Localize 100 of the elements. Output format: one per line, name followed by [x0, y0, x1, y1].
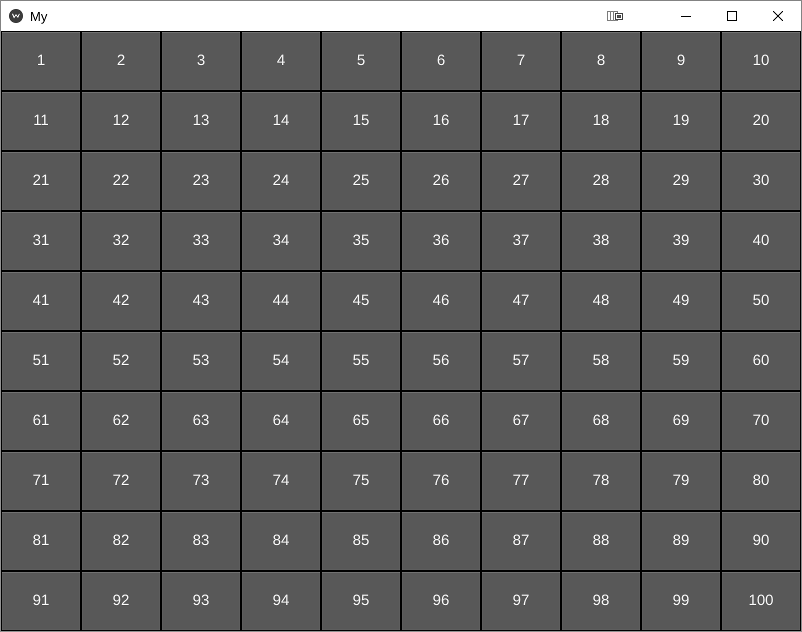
number-button[interactable]: 8 [562, 32, 640, 90]
number-button[interactable]: 16 [402, 92, 480, 150]
number-button[interactable]: 13 [162, 92, 240, 150]
number-button[interactable]: 90 [722, 512, 800, 570]
number-button[interactable]: 18 [562, 92, 640, 150]
number-button[interactable]: 1 [2, 32, 80, 90]
number-button[interactable]: 89 [642, 512, 720, 570]
number-button[interactable]: 84 [242, 512, 320, 570]
number-button[interactable]: 88 [562, 512, 640, 570]
number-button[interactable]: 31 [2, 212, 80, 270]
number-button[interactable]: 70 [722, 392, 800, 450]
number-button[interactable]: 40 [722, 212, 800, 270]
number-button[interactable]: 73 [162, 452, 240, 510]
number-button[interactable]: 92 [82, 572, 160, 630]
number-button[interactable]: 65 [322, 392, 400, 450]
number-button[interactable]: 10 [722, 32, 800, 90]
number-button[interactable]: 17 [482, 92, 560, 150]
number-button[interactable]: 11 [2, 92, 80, 150]
number-button[interactable]: 69 [642, 392, 720, 450]
number-button[interactable]: 57 [482, 332, 560, 390]
number-button[interactable]: 20 [722, 92, 800, 150]
number-button[interactable]: 68 [562, 392, 640, 450]
number-button[interactable]: 43 [162, 272, 240, 330]
number-button[interactable]: 75 [322, 452, 400, 510]
number-button[interactable]: 19 [642, 92, 720, 150]
number-button[interactable]: 35 [322, 212, 400, 270]
number-button[interactable]: 67 [482, 392, 560, 450]
number-button[interactable]: 74 [242, 452, 320, 510]
number-button[interactable]: 78 [562, 452, 640, 510]
number-button[interactable]: 14 [242, 92, 320, 150]
number-button[interactable]: 7 [482, 32, 560, 90]
number-button[interactable]: 96 [402, 572, 480, 630]
number-button[interactable]: 85 [322, 512, 400, 570]
number-button[interactable]: 4 [242, 32, 320, 90]
number-button[interactable]: 22 [82, 152, 160, 210]
number-button[interactable]: 39 [642, 212, 720, 270]
number-button[interactable]: 97 [482, 572, 560, 630]
number-button[interactable]: 53 [162, 332, 240, 390]
number-button[interactable]: 47 [482, 272, 560, 330]
number-button[interactable]: 54 [242, 332, 320, 390]
number-button[interactable]: 28 [562, 152, 640, 210]
number-button[interactable]: 64 [242, 392, 320, 450]
number-button[interactable]: 45 [322, 272, 400, 330]
number-button[interactable]: 72 [82, 452, 160, 510]
number-button[interactable]: 44 [242, 272, 320, 330]
number-button[interactable]: 32 [82, 212, 160, 270]
number-button[interactable]: 81 [2, 512, 80, 570]
number-button[interactable]: 79 [642, 452, 720, 510]
number-button[interactable]: 33 [162, 212, 240, 270]
number-button[interactable]: 91 [2, 572, 80, 630]
number-button[interactable]: 30 [722, 152, 800, 210]
number-button[interactable]: 41 [2, 272, 80, 330]
number-button[interactable]: 26 [402, 152, 480, 210]
number-button[interactable]: 37 [482, 212, 560, 270]
number-button[interactable]: 63 [162, 392, 240, 450]
number-button[interactable]: 50 [722, 272, 800, 330]
number-button[interactable]: 36 [402, 212, 480, 270]
number-button[interactable]: 61 [2, 392, 80, 450]
number-button[interactable]: 2 [82, 32, 160, 90]
number-button[interactable]: 49 [642, 272, 720, 330]
number-button[interactable]: 46 [402, 272, 480, 330]
number-button[interactable]: 86 [402, 512, 480, 570]
number-button[interactable]: 21 [2, 152, 80, 210]
number-button[interactable]: 42 [82, 272, 160, 330]
number-button[interactable]: 15 [322, 92, 400, 150]
number-button[interactable]: 83 [162, 512, 240, 570]
number-button[interactable]: 59 [642, 332, 720, 390]
number-button[interactable]: 29 [642, 152, 720, 210]
number-button[interactable]: 58 [562, 332, 640, 390]
number-button[interactable]: 71 [2, 452, 80, 510]
number-button[interactable]: 76 [402, 452, 480, 510]
number-button[interactable]: 62 [82, 392, 160, 450]
number-button[interactable]: 34 [242, 212, 320, 270]
number-button[interactable]: 9 [642, 32, 720, 90]
number-button[interactable]: 25 [322, 152, 400, 210]
number-button[interactable]: 94 [242, 572, 320, 630]
number-button[interactable]: 80 [722, 452, 800, 510]
number-button[interactable]: 100 [722, 572, 800, 630]
number-button[interactable]: 24 [242, 152, 320, 210]
number-button[interactable]: 66 [402, 392, 480, 450]
number-button[interactable]: 95 [322, 572, 400, 630]
number-button[interactable]: 99 [642, 572, 720, 630]
number-button[interactable]: 38 [562, 212, 640, 270]
number-button[interactable]: 56 [402, 332, 480, 390]
number-button[interactable]: 87 [482, 512, 560, 570]
number-button[interactable]: 60 [722, 332, 800, 390]
number-button[interactable]: 27 [482, 152, 560, 210]
number-button[interactable]: 52 [82, 332, 160, 390]
number-button[interactable]: 12 [82, 92, 160, 150]
number-button[interactable]: 51 [2, 332, 80, 390]
number-button[interactable]: 5 [322, 32, 400, 90]
number-button[interactable]: 93 [162, 572, 240, 630]
number-button[interactable]: 77 [482, 452, 560, 510]
number-button[interactable]: 6 [402, 32, 480, 90]
number-button[interactable]: 23 [162, 152, 240, 210]
number-button[interactable]: 55 [322, 332, 400, 390]
number-button[interactable]: 98 [562, 572, 640, 630]
number-button[interactable]: 3 [162, 32, 240, 90]
number-button[interactable]: 48 [562, 272, 640, 330]
number-button[interactable]: 82 [82, 512, 160, 570]
